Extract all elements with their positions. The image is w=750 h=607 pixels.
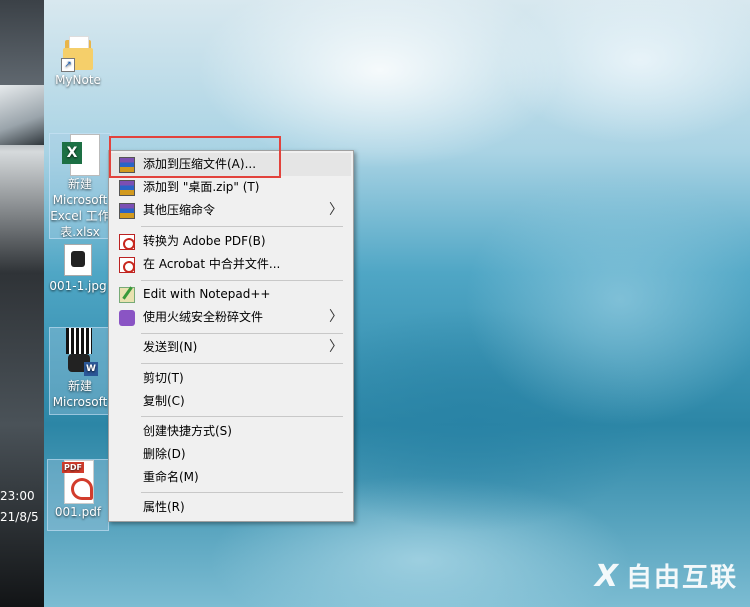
clock-date: 21/8/5 [0,510,39,524]
menu-item-convert-adobe-pdf[interactable]: 转换为 Adobe PDF(B) [111,230,351,253]
mountain-image [0,85,44,145]
desktop-icon-excel[interactable]: X 新建 Microsoft Excel 工作 表.xlsx [49,133,111,239]
menu-item-send-to[interactable]: 发送到(N) 〉 [111,336,351,359]
word-file-icon: W [64,328,98,376]
adobe-pdf-icon [119,234,135,250]
desktop-icon-pdf[interactable]: PDF 001.pdf [47,459,109,531]
desktop-icon-label: 新建 Microsoft Excel 工作 表.xlsx [50,177,110,238]
watermark: X 自由互联 [594,557,738,594]
menu-item-copy[interactable]: 复制(C) [111,390,351,413]
menu-item-create-shortcut[interactable]: 创建快捷方式(S) [111,420,351,443]
huorong-shred-icon [119,310,135,326]
desktop-icon-word[interactable]: W 新建 Microsoft [49,327,111,415]
menu-item-delete[interactable]: 删除(D) [111,443,351,466]
acrobat-merge-icon [119,257,135,273]
desktop-icon-label: MyNote [55,73,101,87]
winrar-icon [119,180,135,196]
notepad-plus-plus-icon [119,287,135,303]
desktop-icon-mynote[interactable]: ↗ MyNote [48,36,108,88]
menu-item-notepad-plus-plus[interactable]: Edit with Notepad++ [111,283,351,306]
menu-item-rename[interactable]: 重命名(M) [111,466,351,489]
menu-item-properties[interactable]: 属性(R) [111,496,351,519]
desktop-icon-label: 新建 Microsoft [52,379,108,409]
menu-item-add-to-zip[interactable]: 添加到 "桌面.zip" (T) [111,176,351,199]
shortcut-arrow-icon: ↗ [61,58,75,72]
winrar-icon [119,203,135,219]
chevron-right-icon: 〉 [329,339,343,355]
image-file-icon [64,244,92,276]
menu-item-other-compress[interactable]: 其他压缩命令 〉 [111,199,351,222]
menu-separator [141,226,343,227]
desktop-icon-label: 001.pdf [54,505,102,519]
annotation-highlight-box [109,136,281,178]
menu-separator [141,363,343,364]
pdf-file-icon: PDF [62,460,94,504]
folder-icon: ↗ [61,36,93,72]
menu-item-cut[interactable]: 剪切(T) [111,367,351,390]
clock-time: 23:00 [0,489,35,503]
menu-separator [141,416,343,417]
desktop-icon-label: 001-1.jpg [49,279,107,293]
menu-item-huorong-shred[interactable]: 使用火绒安全粉碎文件 〉 [111,306,351,329]
menu-separator [141,333,343,334]
left-window-edge: 23:00 21/8/5 [0,0,44,607]
watermark-text: 自由互联 [625,563,738,593]
context-menu: 添加到压缩文件(A)... 添加到 "桌面.zip" (T) 其他压缩命令 〉 … [108,150,354,522]
menu-separator [141,280,343,281]
chevron-right-icon: 〉 [329,202,343,218]
desktop-icon-jpg[interactable]: 001-1.jpg [48,244,108,294]
watermark-logo-icon: X [594,559,620,594]
menu-item-acrobat-merge[interactable]: 在 Acrobat 中合并文件... [111,253,351,276]
excel-icon: X [62,134,100,176]
menu-separator [141,492,343,493]
chevron-right-icon: 〉 [329,309,343,325]
